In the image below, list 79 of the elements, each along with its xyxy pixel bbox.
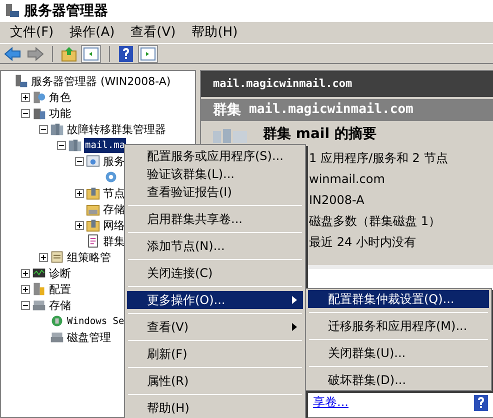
menu-item[interactable]: 查看验证报告(I) [127, 183, 303, 201]
menu-item[interactable]: 帮助(H) [186, 22, 244, 42]
server-icon [32, 90, 46, 104]
menu-item[interactable]: 操作(A) [64, 22, 121, 42]
menu-item[interactable]: 添加节点(N)... [127, 237, 303, 255]
section-title: mail.magicwinmail.com [249, 101, 414, 120]
cluster-icon [50, 122, 64, 136]
tree-item[interactable]: Windows Se [66, 314, 126, 328]
menu-item[interactable]: 文件(F) [4, 22, 60, 42]
menu-item[interactable]: 查看(V) [124, 22, 182, 42]
summary-line: winmail.com [309, 172, 385, 186]
folder-icon [86, 218, 100, 232]
menu-item[interactable]: 配置群集仲裁设置(Q)... [308, 290, 489, 308]
menu-item[interactable]: 关闭连接(C) [127, 264, 303, 282]
menu-item[interactable]: 更多操作(O)... [127, 291, 303, 309]
menu-item[interactable]: 迁移服务和应用程序(M)... [308, 317, 489, 335]
server-icon [32, 282, 46, 296]
disk-icon [50, 330, 64, 344]
menu-item[interactable]: 验证该群集(L)... [127, 165, 303, 183]
expand-icon[interactable] [75, 188, 84, 198]
forward-icon[interactable] [26, 46, 44, 62]
tree-item[interactable]: 群集 [102, 234, 126, 248]
folder-icon [86, 202, 100, 216]
panel-header: mail.magicwinmail.com [213, 76, 352, 92]
menu-item[interactable]: 帮助(H) [127, 399, 303, 417]
collapse-icon[interactable] [39, 124, 48, 134]
server-manager-icon [4, 3, 20, 19]
menu-item[interactable]: 关闭群集(U)... [308, 344, 489, 362]
tree-item[interactable]: 角色 [48, 90, 72, 104]
tree-item[interactable]: 故障转移群集管理器 [66, 122, 167, 136]
scroll-icon [50, 250, 64, 264]
summary-line: IN2008-A [309, 193, 364, 207]
tree-item[interactable]: 诊断 [48, 266, 72, 280]
action-link[interactable]: 享卷... [313, 393, 348, 411]
tree-item[interactable]: 磁盘管理 [66, 330, 112, 344]
tree-item[interactable]: 配置 [48, 282, 72, 296]
back-icon[interactable] [4, 46, 22, 62]
cluster-icon [68, 138, 82, 152]
server-icon [14, 74, 28, 88]
monitor-icon [32, 266, 46, 280]
tree-item[interactable]: 功能 [48, 106, 72, 120]
summary-title: 群集 mail 的摘要 [263, 125, 376, 144]
expand-icon[interactable] [21, 92, 30, 102]
expand-icon[interactable] [21, 268, 30, 278]
tree-item[interactable]: 网络 [102, 218, 126, 232]
tree-item[interactable]: 服务 [102, 154, 126, 168]
document-icon [86, 234, 100, 248]
disk-icon [32, 298, 46, 312]
section-title: 群集 [213, 100, 241, 120]
window-icon [86, 154, 100, 168]
menu-item[interactable]: 刷新(F) [127, 345, 303, 363]
menu-item[interactable]: 属性(R) [127, 372, 303, 390]
help-icon[interactable] [118, 46, 134, 62]
summary-line: 1 应用程序/服务和 2 节点 [309, 151, 448, 165]
collapse-icon[interactable] [75, 156, 84, 166]
tree-item[interactable]: 存储 [48, 298, 72, 312]
tree-item[interactable]: 组策略管 [66, 250, 112, 264]
menu-item[interactable]: 破坏群集(D)... [308, 371, 489, 389]
collapse-icon[interactable] [21, 108, 30, 118]
tree-item[interactable]: mail.ma [84, 138, 126, 152]
collapse-icon[interactable] [21, 300, 30, 310]
window-title: 服务器管理器 [24, 2, 108, 20]
expand-icon[interactable] [21, 284, 30, 294]
pane-toggle-icon[interactable] [138, 44, 158, 62]
folder-icon [86, 186, 100, 200]
expand-icon[interactable] [75, 220, 84, 230]
pane-toggle-icon[interactable] [81, 44, 101, 62]
menu-item[interactable]: 查看(V) [127, 318, 303, 336]
summary-line: 最近 24 小时内没有 [309, 235, 416, 249]
help-icon[interactable] [474, 395, 488, 411]
tree-item[interactable]: 节点 [102, 186, 126, 200]
server-icon [32, 106, 46, 120]
menu-item[interactable]: 配置服务或应用程序(S)... [127, 147, 303, 165]
tree-item[interactable]: 存储 [102, 202, 126, 216]
tree-item[interactable]: 服务器管理器 (WIN2008-A) [30, 74, 172, 88]
summary-line: 磁盘多数（群集磁盘 1） [309, 214, 440, 228]
collapse-icon[interactable] [57, 140, 66, 150]
menu-item[interactable]: 启用群集共享卷... [127, 210, 303, 228]
expand-icon[interactable] [39, 252, 48, 262]
